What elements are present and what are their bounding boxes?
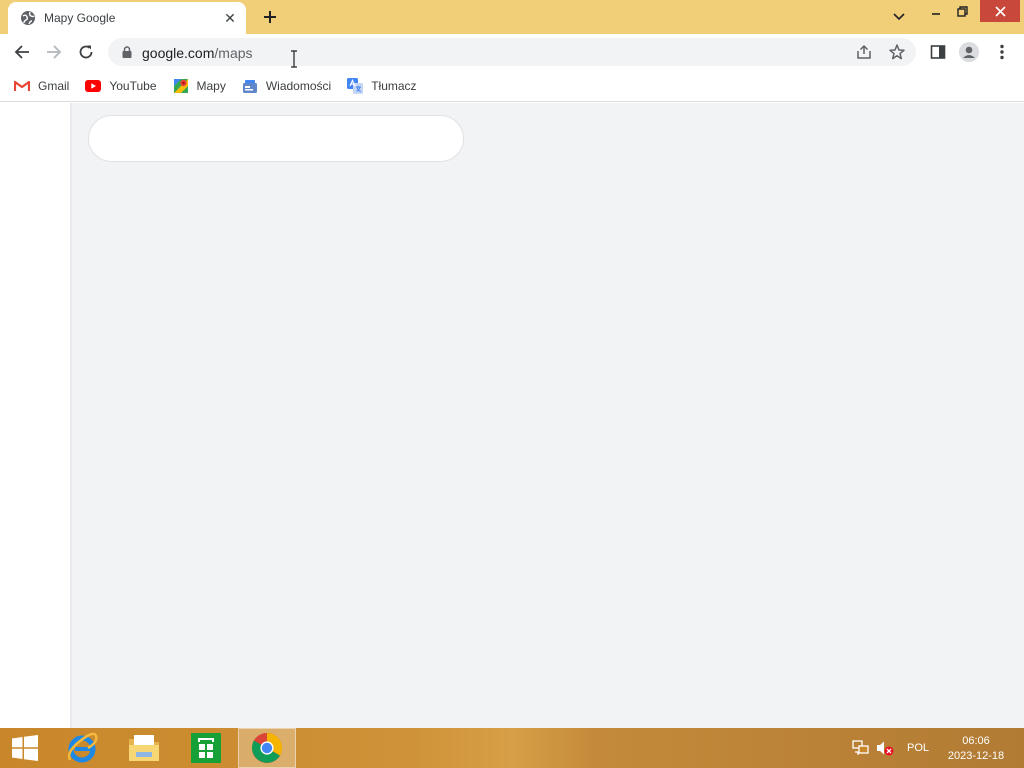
restore-icon [956, 5, 968, 17]
chrome-icon [251, 733, 283, 763]
bookmark-star-icon[interactable] [888, 43, 906, 61]
menu-button[interactable] [992, 42, 1012, 62]
forward-button[interactable] [40, 38, 68, 66]
bookmark-label: Wiadomości [265, 78, 332, 93]
lock-icon[interactable] [120, 45, 134, 59]
taskbar-windows-store[interactable] [178, 728, 234, 768]
title-bar: Mapy Google ✕ [0, 0, 1024, 34]
restore-button[interactable] [946, 0, 978, 22]
start-button[interactable] [0, 728, 50, 768]
tab-title: Mapy Google [44, 11, 116, 25]
taskbar-google-chrome[interactable] [238, 728, 296, 768]
minimize-icon [932, 13, 940, 15]
bookmark-wiadomosci[interactable]: Wiadomości [242, 74, 331, 98]
clock-time: 06:06 [962, 735, 990, 747]
bookmark-label: YouTube [109, 78, 157, 93]
bookmark-label: Mapy [196, 78, 226, 93]
gmail-icon [14, 78, 30, 94]
profile-icon [959, 42, 979, 62]
bookmark-youtube[interactable]: YouTube [85, 74, 157, 98]
reload-button[interactable] [72, 38, 100, 66]
youtube-icon [85, 78, 102, 94]
maps-search-box[interactable] [88, 115, 464, 162]
side-panel-button[interactable] [928, 42, 948, 62]
taskbar-file-explorer[interactable] [116, 728, 172, 768]
more-vertical-icon [1000, 44, 1004, 60]
internet-explorer-icon [67, 732, 98, 763]
tab-search-button[interactable] [884, 6, 914, 28]
taskbar-internet-explorer[interactable] [54, 728, 110, 768]
news-icon [242, 78, 258, 94]
tab-close-button[interactable]: ✕ [222, 10, 238, 26]
store-icon [191, 733, 221, 763]
side-panel-icon [930, 45, 946, 59]
bookmark-label: Gmail [38, 78, 70, 93]
bookmark-label: Tłumacz [371, 78, 417, 93]
share-icon[interactable] [856, 44, 872, 60]
url-text[interactable]: google.com/maps [142, 45, 253, 61]
bookmark-mapy[interactable]: Mapy [173, 74, 226, 98]
bookmarks-bar: Gmail YouTube Mapy Wiadomości Tłumacz [0, 70, 1024, 102]
maps-side-rail [0, 103, 72, 728]
maps-icon [173, 78, 189, 94]
url-host: google.com [142, 45, 215, 61]
network-icon[interactable] [852, 740, 870, 756]
plus-icon [264, 11, 276, 23]
windows-logo-icon [12, 735, 38, 761]
arrow-right-icon [47, 45, 62, 59]
bookmark-tlumacz[interactable]: Tłumacz [347, 74, 417, 98]
close-icon [994, 5, 1006, 17]
translate-icon [347, 77, 364, 94]
address-bar[interactable]: google.com/maps [108, 38, 916, 66]
folder-icon [129, 735, 159, 761]
close-window-button[interactable] [980, 0, 1020, 22]
url-path: /maps [214, 45, 253, 61]
language-indicator[interactable]: POL [907, 742, 929, 754]
bookmark-gmail[interactable]: Gmail [14, 74, 69, 98]
volume-muted-icon[interactable] [876, 740, 894, 756]
browser-toolbar: google.com/maps [0, 34, 1024, 70]
back-button[interactable] [8, 38, 36, 66]
browser-tab[interactable]: Mapy Google ✕ [8, 2, 246, 34]
new-tab-button[interactable] [258, 6, 282, 28]
arrow-left-icon [14, 45, 29, 59]
text-cursor-icon [291, 50, 297, 68]
clock-date: 2023-12-18 [947, 750, 1005, 762]
chevron-down-icon [893, 13, 905, 21]
globe-icon [20, 10, 36, 26]
system-clock[interactable]: 06:06 2023-12-18 [940, 734, 1012, 764]
reload-icon [79, 45, 93, 59]
profile-button[interactable] [959, 42, 979, 62]
taskbar: POL 06:06 2023-12-18 [0, 728, 1024, 768]
page-content [0, 103, 1024, 728]
